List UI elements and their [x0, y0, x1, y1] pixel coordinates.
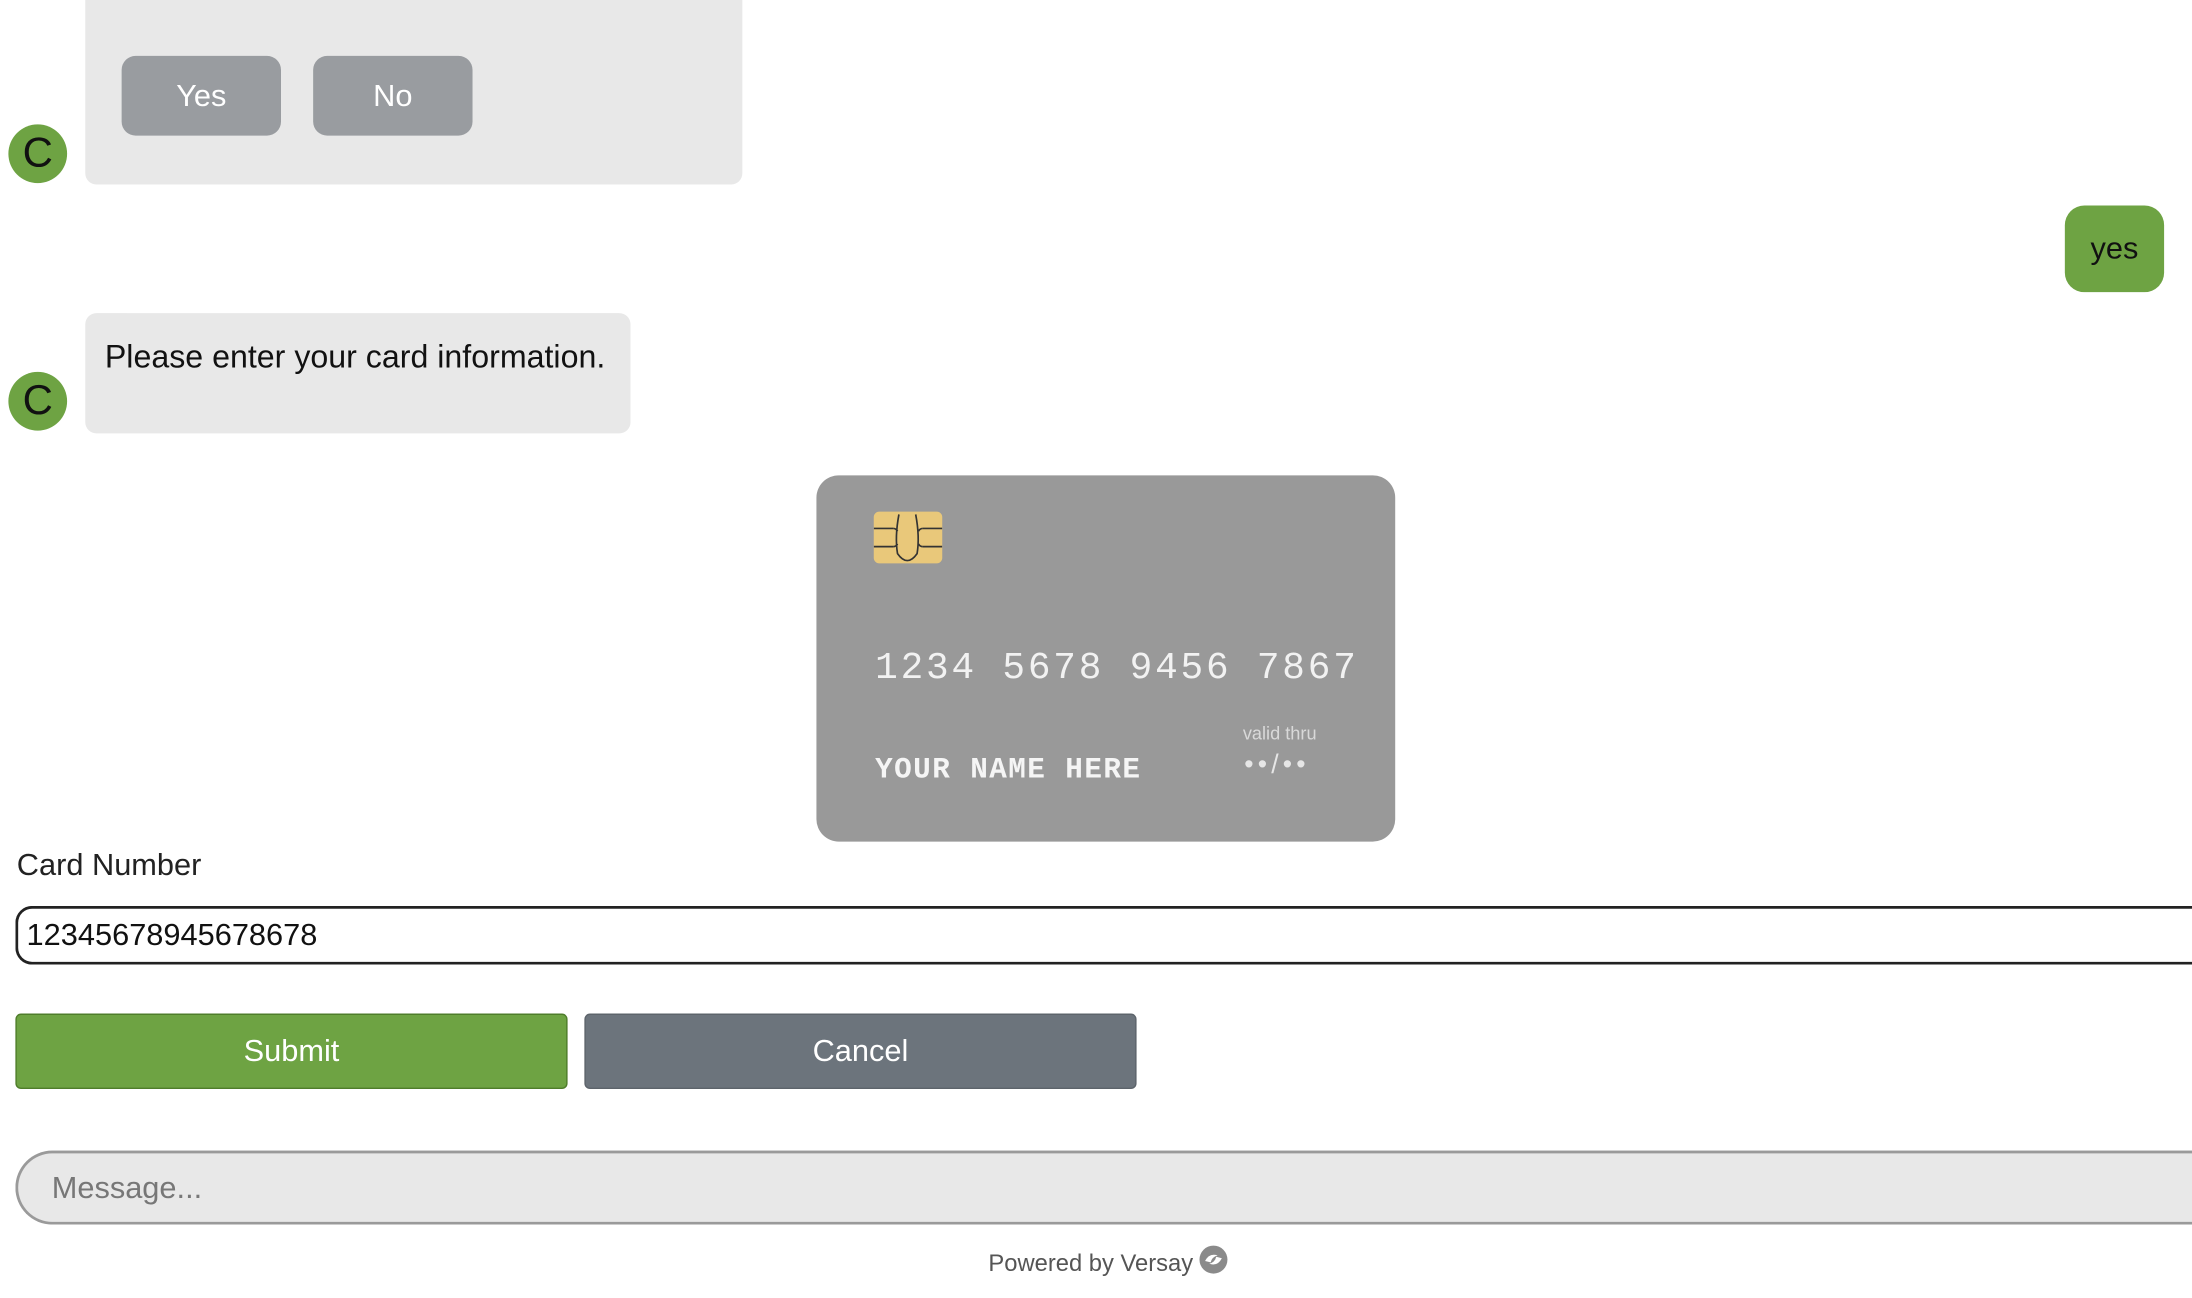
submit-button[interactable]: Submit [15, 1013, 568, 1090]
bot-message-quick-replies: Yes No [85, 0, 743, 185]
quick-reply-yes-button[interactable]: Yes [121, 55, 281, 136]
message-input[interactable] [15, 1150, 2192, 1225]
bot-message: Please enter your card information. [85, 313, 631, 434]
powered-by-footer: Powered by Versay [988, 1244, 1229, 1282]
cancel-button[interactable]: Cancel [584, 1013, 1137, 1090]
card-expiry-preview: ••/•• [1244, 750, 1310, 781]
card-number-preview: 1234 5678 9456 7867 [875, 648, 1359, 691]
versay-logo-icon [1199, 1244, 1230, 1282]
credit-card-preview: 1234 5678 9456 7867 valid thru YOUR NAME… [816, 475, 1396, 842]
bot-message-text: Please enter your card information. [104, 338, 606, 375]
card-number-field[interactable] [15, 905, 2192, 965]
quick-reply-no-button[interactable]: No [313, 55, 473, 136]
cardholder-name-preview: YOUR NAME HERE [875, 754, 1142, 788]
card-number-label: Card Number [16, 847, 202, 883]
bot-avatar: C [8, 371, 68, 431]
valid-thru-label: valid thru [1242, 722, 1317, 744]
powered-by-text: Powered by Versay [988, 1249, 1194, 1276]
user-message: yes [2064, 205, 2165, 293]
bot-avatar: C [8, 124, 68, 184]
chat-window: Yes No C yes Please enter your card info… [0, 0, 2192, 1297]
user-message-text: yes [2090, 230, 2139, 266]
chip-icon [873, 511, 943, 564]
